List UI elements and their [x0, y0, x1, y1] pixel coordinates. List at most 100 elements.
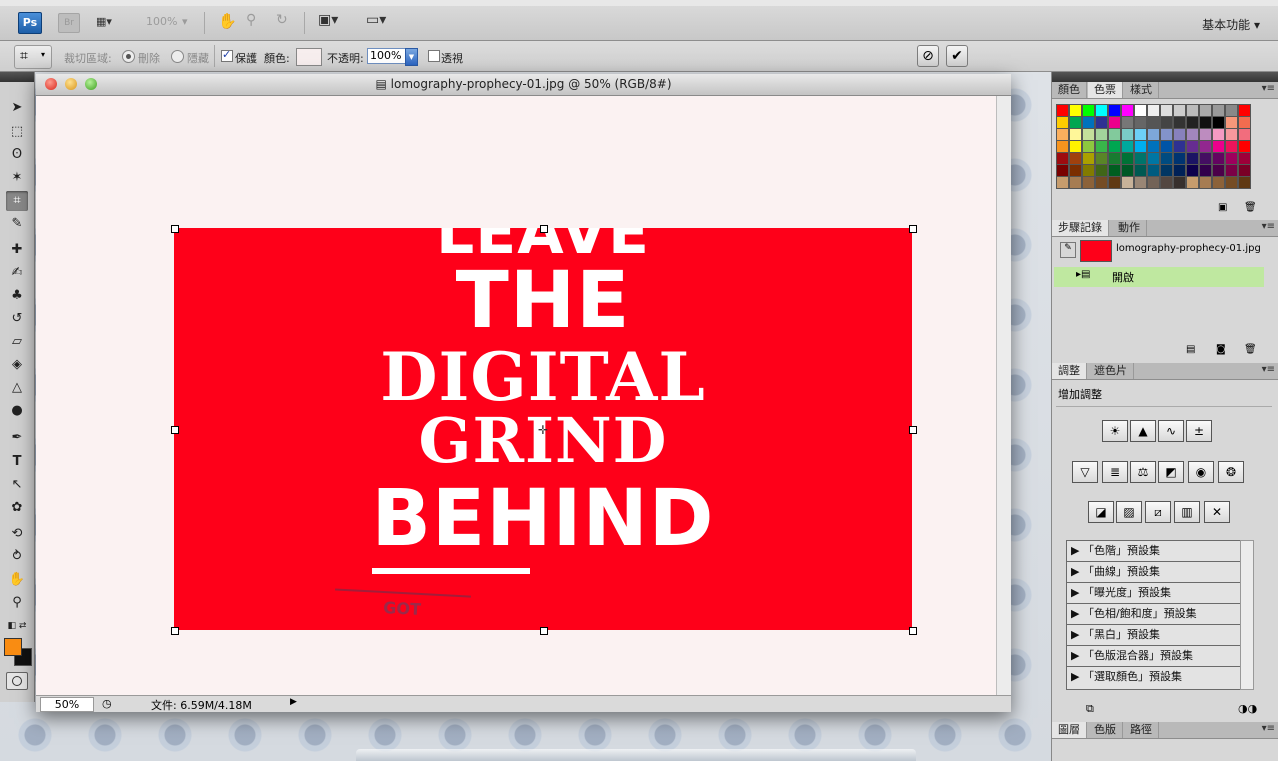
gradient-map-icon[interactable]: ▥ [1174, 501, 1200, 523]
history-brush-source-icon[interactable]: ✎ [1060, 242, 1076, 258]
path-selection-icon[interactable]: ↖ [6, 475, 28, 495]
crop-handle-right[interactable] [909, 426, 917, 434]
photo-filter-icon[interactable]: ◉ [1188, 461, 1214, 483]
swatch[interactable] [1199, 176, 1212, 189]
posterize-icon[interactable]: ▨ [1116, 501, 1142, 523]
snapshot-camera-icon[interactable]: ◙ [1216, 344, 1226, 355]
swatch[interactable] [1160, 176, 1173, 189]
panel-grip[interactable] [1052, 72, 1278, 82]
blur-tool-icon[interactable]: △ [6, 378, 28, 398]
crop-handle-top[interactable] [540, 225, 548, 233]
brightness-contrast-icon[interactable]: ☀ [1102, 420, 1128, 442]
tab-color[interactable]: 顏色 [1052, 82, 1087, 98]
tool-preset-picker[interactable]: ⌗ ▾ [14, 45, 52, 69]
hand-tool-icon[interactable]: ✋ [218, 12, 237, 30]
zoom-tool-icon[interactable]: ⚲ [246, 12, 256, 28]
new-document-from-state-icon[interactable]: ▤ [1186, 344, 1195, 355]
document-titlebar[interactable]: ▤ lomography-prophecy-01.jpg @ 50% (RGB/… [36, 74, 1011, 96]
type-tool-icon[interactable]: T [6, 452, 28, 472]
pen-tool-icon[interactable]: ✒ [6, 428, 28, 448]
shield-color-swatch[interactable] [296, 48, 322, 66]
marquee-tool-icon[interactable]: ⬚ [6, 122, 28, 142]
tab-adjustments[interactable]: 調整 [1052, 363, 1087, 379]
threshold-icon[interactable]: ⧄ [1145, 501, 1171, 523]
zoom-field[interactable]: 50% [40, 697, 94, 712]
custom-shape-icon[interactable]: ✿ [6, 498, 28, 518]
zoom-dropdown-icon[interactable]: ▾ [182, 15, 188, 28]
dodge-tool-icon[interactable]: ● [6, 401, 28, 421]
new-swatch-icon[interactable]: ▣ [1218, 202, 1227, 213]
preset-item-exposure[interactable]: ▶ 「曝光度」預設集 [1067, 583, 1240, 604]
zoom-level-select[interactable]: 100% [146, 15, 177, 28]
crop-handle-bottom-left[interactable] [171, 627, 179, 635]
swatch[interactable] [1082, 176, 1095, 189]
panel-menu-icon[interactable]: ▾≡ [1262, 723, 1275, 734]
crop-handle-left[interactable] [171, 426, 179, 434]
swatch[interactable] [1173, 176, 1186, 189]
commit-crop-button[interactable]: ✔ [946, 45, 968, 67]
preset-item-hue-saturation[interactable]: ▶ 「色相/飽和度」預設集 [1067, 604, 1240, 625]
delete-radio[interactable] [122, 50, 135, 63]
return-to-list-icon[interactable]: ⧉ [1086, 702, 1094, 716]
history-brush-icon[interactable]: ↺ [6, 309, 28, 329]
preset-item-black-white[interactable]: ▶ 「黑白」預設集 [1067, 625, 1240, 646]
vertical-scrollbar[interactable] [996, 96, 1011, 696]
dock[interactable] [356, 749, 916, 761]
zoom-tool-icon[interactable]: ⚲ [6, 593, 28, 613]
channel-mixer-icon[interactable]: ❂ [1218, 461, 1244, 483]
hand-tool-icon[interactable]: ✋ [6, 570, 28, 590]
swatch[interactable] [1056, 176, 1069, 189]
tab-masks[interactable]: 遮色片 [1088, 363, 1134, 379]
lasso-tool-icon[interactable]: ʘ [6, 145, 28, 165]
swatch[interactable] [1212, 176, 1225, 189]
tab-channels[interactable]: 色版 [1088, 722, 1123, 738]
vibrance-icon[interactable]: ▽ [1072, 461, 1098, 483]
foreground-color-swatch[interactable] [4, 638, 22, 656]
color-balance-icon[interactable]: ⚖ [1130, 461, 1156, 483]
paint-bucket-icon[interactable]: ◈ [6, 355, 28, 375]
swatch[interactable] [1121, 176, 1134, 189]
eyedropper-tool-icon[interactable]: ✎ [6, 214, 28, 234]
opacity-input[interactable]: 100% [367, 48, 409, 64]
opacity-dropdown-icon[interactable]: ▼ [405, 48, 418, 66]
preset-item-levels[interactable]: ▶ 「色階」預設集 [1067, 541, 1240, 562]
trash-icon[interactable]: 🗑 [1244, 202, 1257, 213]
swap-colors-icon[interactable]: ◧ ⇄ [6, 616, 28, 636]
levels-icon[interactable]: ▲ [1130, 420, 1156, 442]
trash-icon[interactable]: 🗑 [1244, 344, 1257, 355]
arrange-documents-icon[interactable]: ▣▾ [318, 12, 338, 28]
move-tool-icon[interactable]: ➤ [6, 98, 28, 118]
selective-color-icon[interactable]: ✕ [1204, 501, 1230, 523]
crop-center-icon[interactable]: ✛ [538, 423, 548, 437]
screen-mode-select-icon[interactable]: ▭▾ [366, 12, 386, 28]
document-canvas[interactable]: LEAVE THE DIGITAL GRIND BEHIND GOT ✛ [36, 96, 996, 696]
swatch[interactable] [1108, 176, 1121, 189]
status-menu-arrow-icon[interactable]: ▶ [290, 697, 297, 707]
photoshop-logo[interactable]: Ps [18, 12, 42, 34]
preset-scrollbar[interactable] [1240, 540, 1254, 690]
panel-menu-icon[interactable]: ▾≡ [1262, 364, 1275, 375]
eraser-tool-icon[interactable]: ▱ [6, 332, 28, 352]
crop-handle-bottom[interactable] [540, 627, 548, 635]
crop-handle-top-left[interactable] [171, 225, 179, 233]
black-white-icon[interactable]: ◩ [1158, 461, 1184, 483]
quick-mask-button[interactable] [6, 672, 28, 690]
swatch[interactable] [1186, 176, 1199, 189]
curves-icon[interactable]: ∿ [1158, 420, 1184, 442]
swatch[interactable] [1095, 176, 1108, 189]
tab-actions[interactable]: 動作 [1112, 220, 1147, 236]
panel-menu-icon[interactable]: ▾≡ [1262, 83, 1275, 94]
invert-icon[interactable]: ◪ [1088, 501, 1114, 523]
tab-history[interactable]: 步驟記錄 [1052, 220, 1109, 236]
shield-checkbox[interactable] [221, 48, 233, 62]
view-previous-state-icon[interactable]: ◑◑ [1238, 702, 1257, 715]
perspective-checkbox[interactable] [428, 50, 440, 62]
crop-handle-top-right[interactable] [909, 225, 917, 233]
status-options-icon[interactable]: ◷ [102, 697, 112, 710]
preset-item-curves[interactable]: ▶ 「曲線」預設集 [1067, 562, 1240, 583]
history-step-row[interactable]: ▸▤ 開啟 [1054, 267, 1264, 287]
healing-brush-icon[interactable]: ✚ [6, 240, 28, 260]
swatch[interactable] [1069, 176, 1082, 189]
hide-radio[interactable] [171, 50, 184, 63]
swatch[interactable] [1238, 176, 1251, 189]
